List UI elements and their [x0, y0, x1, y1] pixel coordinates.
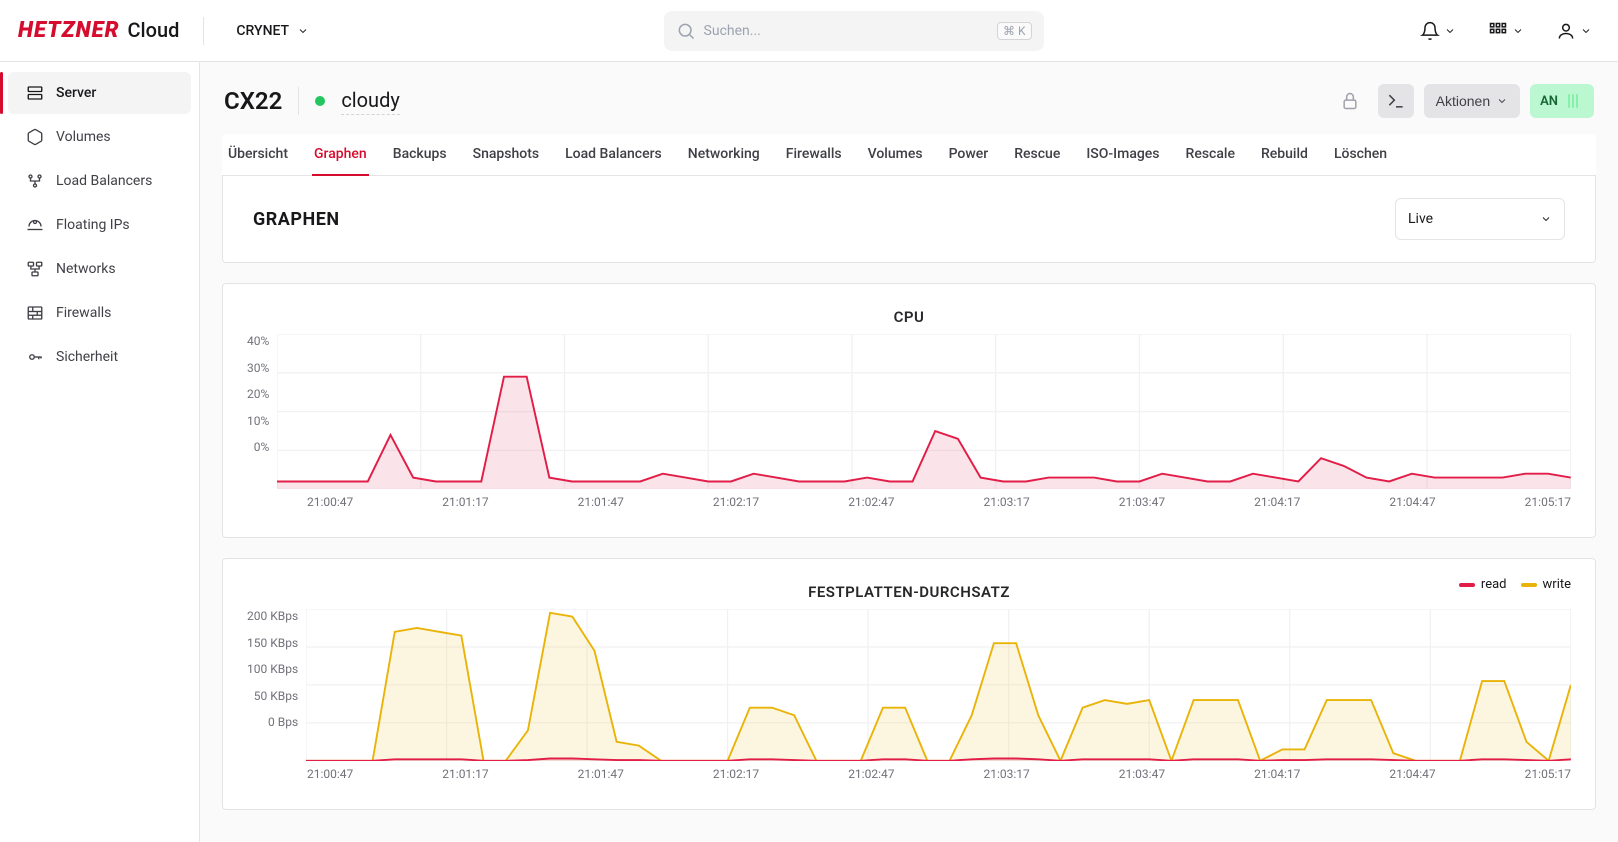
tab--bersicht[interactable]: Übersicht — [226, 134, 290, 176]
power-toggle[interactable]: AN — [1530, 84, 1594, 118]
y-axis: 200 KBps150 KBps100 KBps50 KBps0 Bps — [247, 609, 306, 729]
lock-button[interactable] — [1332, 84, 1368, 118]
terminal-icon — [1386, 91, 1406, 111]
sidebar-item-networks[interactable]: Networks — [8, 248, 191, 290]
logo-product: Cloud — [128, 18, 180, 42]
tab-snapshots[interactable]: Snapshots — [471, 134, 541, 176]
sidebar-item-server[interactable]: Server — [8, 72, 191, 114]
tab-load-balancers[interactable]: Load Balancers — [563, 134, 664, 176]
chevron-down-icon — [1512, 25, 1524, 37]
toggle-handle-icon — [1568, 94, 1578, 108]
nav-icon — [26, 260, 44, 278]
tab-volumes[interactable]: Volumes — [866, 134, 925, 176]
nav-icon — [26, 128, 44, 146]
server-type: CX22 — [224, 87, 282, 115]
tab-iso-images[interactable]: ISO-Images — [1084, 134, 1161, 176]
tab-graphen[interactable]: Graphen — [312, 134, 369, 176]
range-selected: Live — [1408, 211, 1433, 227]
project-name: CRYNET — [236, 23, 289, 39]
tab-l-schen[interactable]: Löschen — [1332, 134, 1389, 176]
apps-button[interactable] — [1482, 15, 1530, 47]
lock-icon — [1340, 91, 1360, 111]
sidebar-item-label: Networks — [56, 261, 116, 277]
nav-icon — [26, 348, 44, 366]
sidebar-item-floating-ips[interactable]: Floating IPs — [8, 204, 191, 246]
sidebar-item-label: Load Balancers — [56, 173, 152, 189]
sidebar-item-label: Volumes — [56, 129, 111, 145]
grid-icon — [1488, 21, 1508, 41]
power-label: AN — [1540, 94, 1558, 109]
y-axis: 40%30%20%10%0% — [247, 334, 277, 454]
user-icon — [1556, 21, 1576, 41]
sidebar-item-label: Sicherheit — [56, 349, 118, 365]
tab-firewalls[interactable]: Firewalls — [784, 134, 844, 176]
x-axis: 21:00:4721:01:1721:01:4721:02:1721:02:47… — [247, 495, 1571, 509]
tab-rescue[interactable]: Rescue — [1012, 134, 1062, 176]
divider — [298, 87, 299, 115]
sidebar-item-label: Firewalls — [56, 305, 111, 321]
server-header: CX22 cloudy Aktionen — [222, 80, 1596, 118]
chevron-down-icon — [1496, 95, 1508, 107]
logo-mark: HETZNER — [18, 18, 120, 43]
account-button[interactable] — [1550, 15, 1598, 47]
sidebar-item-load-balancers[interactable]: Load Balancers — [8, 160, 191, 202]
nav-icon — [26, 216, 44, 234]
logo[interactable]: HETZNER Cloud — [18, 18, 179, 43]
actions-label: Aktionen — [1436, 93, 1490, 109]
nav-icon — [26, 172, 44, 190]
chevron-down-icon — [1444, 25, 1456, 37]
tab-backups[interactable]: Backups — [391, 134, 449, 176]
divider — [203, 17, 204, 45]
tab-networking[interactable]: Networking — [686, 134, 762, 176]
sidebar-item-label: Server — [56, 85, 96, 101]
sidebar: Server Volumes Load Balancers Floating IPs N… — [0, 62, 200, 842]
tabs: Übersicht Graphen Backups Snapshots Load Bal… — [222, 134, 1596, 176]
search-placeholder: Suchen... — [704, 23, 989, 39]
search-shortcut: ⌘ K — [997, 22, 1032, 40]
notifications-button[interactable] — [1414, 15, 1462, 47]
nav-icon — [26, 304, 44, 322]
legend-item-read: read — [1459, 577, 1507, 592]
bell-icon — [1420, 21, 1440, 41]
nav-icon — [26, 84, 44, 102]
tab-rebuild[interactable]: Rebuild — [1259, 134, 1310, 176]
chevron-down-icon — [1580, 25, 1592, 37]
tab-power[interactable]: Power — [947, 134, 991, 176]
sidebar-item-sicherheit[interactable]: Sicherheit — [8, 336, 191, 378]
chevron-down-icon — [1540, 213, 1552, 225]
chart-disk: read write FESTPLATTEN-DURCHSATZ 200 KBps… — [222, 558, 1596, 810]
sidebar-item-firewalls[interactable]: Firewalls — [8, 292, 191, 334]
console-button[interactable] — [1378, 84, 1414, 118]
chevron-down-icon — [297, 25, 309, 37]
sidebar-item-volumes[interactable]: Volumes — [8, 116, 191, 158]
legend-item-write: write — [1521, 577, 1571, 592]
chart-title: CPU — [247, 308, 1571, 326]
tab-rescale[interactable]: Rescale — [1184, 134, 1237, 176]
range-select[interactable]: Live — [1395, 198, 1565, 240]
legend: read write — [1459, 577, 1571, 592]
x-axis: 21:00:4721:01:1721:01:4721:02:1721:02:47… — [247, 767, 1571, 781]
search-icon — [676, 21, 696, 41]
server-name[interactable]: cloudy — [341, 88, 400, 115]
search-input[interactable]: Suchen... ⌘ K — [664, 11, 1044, 51]
actions-button[interactable]: Aktionen — [1424, 84, 1520, 118]
section-title: GRAPHEN — [253, 209, 340, 230]
status-dot — [315, 96, 325, 106]
chart-title: FESTPLATTEN-DURCHSATZ — [247, 583, 1571, 601]
chart-cpu: CPU 40%30%20%10%0% 21:00:4721:01:1721:01… — [222, 283, 1596, 538]
project-selector[interactable]: CRYNET — [228, 17, 317, 45]
sidebar-item-label: Floating IPs — [56, 217, 130, 233]
